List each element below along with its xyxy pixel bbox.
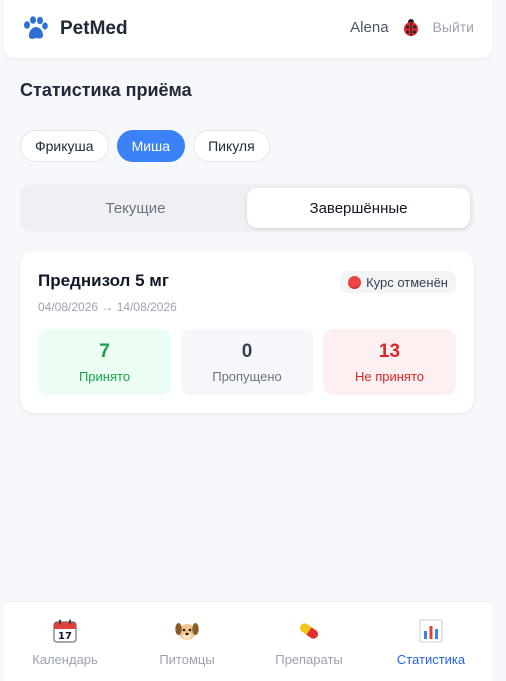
stat-not-taken-label: Не принято xyxy=(354,368,425,384)
stat-missed-label: Пропущено xyxy=(212,368,282,384)
tab-current[interactable]: Текущие xyxy=(24,188,247,228)
course-stats: 7 Принято 0 Пропущено 13 Не принято xyxy=(38,329,456,395)
ladybug-icon xyxy=(403,19,418,36)
nav-pets[interactable]: Питомцы xyxy=(126,602,248,681)
nav-drugs[interactable]: Препараты xyxy=(248,602,370,681)
stat-missed-value: 0 xyxy=(241,340,253,362)
drug-name: Преднизол 5 мг xyxy=(38,271,169,290)
stat-missed: 0 Пропущено xyxy=(180,329,314,395)
tab-completed[interactable]: Завершённые xyxy=(247,188,470,228)
stat-not-taken-value: 13 xyxy=(378,340,401,362)
nav-statistics[interactable]: Статистика xyxy=(370,602,492,681)
nav-label-drugs: Препараты xyxy=(275,652,343,667)
bar-chart-icon xyxy=(419,619,443,643)
stat-taken: 7 Принято xyxy=(38,329,171,395)
svg-text:17: 17 xyxy=(58,631,72,642)
stat-not-taken: 13 Не принято xyxy=(323,329,456,395)
stop-icon xyxy=(348,275,362,289)
nav-label-statistics: Статистика xyxy=(396,652,466,667)
username: Alena xyxy=(350,18,389,36)
app-header: PetMed Alena Выйти xyxy=(4,0,492,58)
course-card[interactable]: Преднизол 5 мг Курс отменён 04/08/2026 →… xyxy=(20,251,474,413)
bottom-nav: 17 Календарь Питомцы Препараты Статистик… xyxy=(4,601,492,681)
logo[interactable]: PetMed xyxy=(20,14,128,44)
stat-taken-label: Принято xyxy=(78,368,131,384)
stat-taken-value: 7 xyxy=(99,340,110,362)
calendar-icon: 17 xyxy=(53,619,77,643)
page-title: Статистика приёма xyxy=(20,80,192,100)
nav-label-calendar: Календарь xyxy=(32,652,98,667)
paw-icon xyxy=(24,16,48,39)
app-title: PetMed xyxy=(60,18,128,39)
nav-calendar[interactable]: 17 Календарь xyxy=(4,602,126,681)
pill-icon xyxy=(299,623,319,639)
nav-label-pets: Питомцы xyxy=(159,652,215,667)
status-badge: Курс отменён xyxy=(340,271,456,293)
pet-chip-frikusha[interactable]: Фрикуша xyxy=(20,130,109,162)
course-dates: 04/08/2026 → 14/08/2026 xyxy=(38,300,177,314)
logout-button[interactable]: Выйти xyxy=(433,19,474,35)
pet-selector: Фрикуша Миша Пикуля xyxy=(20,130,278,162)
status-label: Курс отменён xyxy=(366,274,448,290)
dog-icon xyxy=(175,623,199,640)
user-area: Alena Выйти xyxy=(350,17,474,37)
pet-chip-pikulya[interactable]: Пикуля xyxy=(193,130,270,162)
course-tabs: Текущие Завершённые xyxy=(20,184,474,232)
pet-chip-misha[interactable]: Миша xyxy=(116,130,186,162)
